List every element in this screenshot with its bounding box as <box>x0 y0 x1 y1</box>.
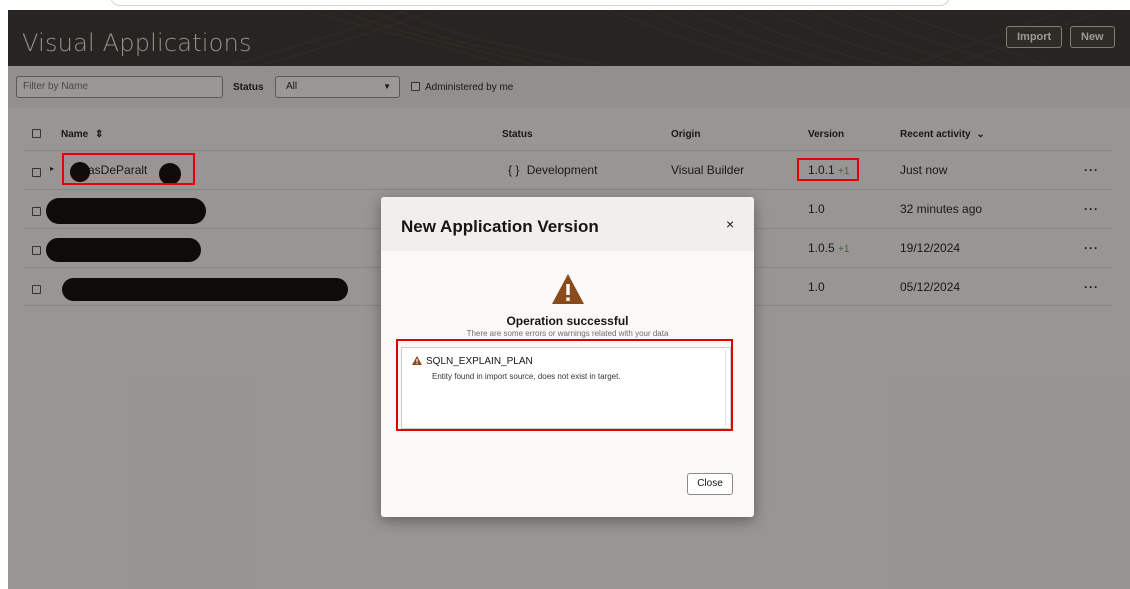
messages-box[interactable]: SQLN_EXPLAIN_PLAN Entity found in import… <box>401 347 731 429</box>
scrollbar[interactable] <box>725 350 729 426</box>
close-button[interactable]: Close <box>687 473 733 495</box>
dialog-title: New Application Version <box>401 217 599 236</box>
warning-small-icon <box>412 356 422 365</box>
message-text: Entity found in import source, does not … <box>432 372 621 381</box>
address-bar[interactable] <box>110 0 950 6</box>
message-item: SQLN_EXPLAIN_PLAN <box>412 356 533 367</box>
browser-strip <box>0 0 1130 10</box>
message-code: SQLN_EXPLAIN_PLAN <box>426 356 533 367</box>
dialog-header: New Application Version × <box>381 197 754 251</box>
new-version-dialog: New Application Version × Operation succ… <box>381 197 754 517</box>
warning-icon <box>552 274 584 304</box>
app-shell: Visual Applications Import New Filter by… <box>8 10 1130 589</box>
result-title: Operation successful <box>506 314 629 328</box>
close-icon[interactable]: × <box>726 216 734 232</box>
result-subtitle: There are some errors or warnings relate… <box>466 329 669 338</box>
